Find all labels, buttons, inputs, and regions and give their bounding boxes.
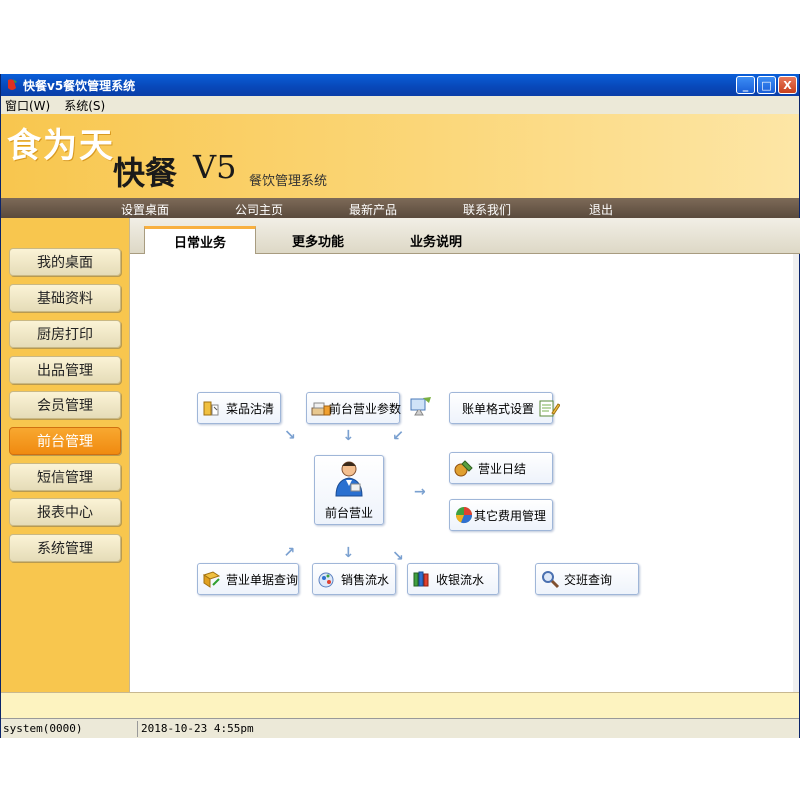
sales-flow-icon: [318, 572, 334, 588]
banner-version: V5: [193, 148, 237, 186]
tab-strip: 日常业务 更多功能 业务说明: [130, 218, 800, 254]
bill-format-label: 账单格式设置: [462, 401, 535, 416]
daily-close-button[interactable]: 营业日结: [449, 452, 553, 484]
sidebar-item-system[interactable]: 系统管理: [9, 534, 121, 562]
front-params-label: 前台营业参数: [329, 401, 402, 416]
menu-system[interactable]: 系统(S): [64, 97, 105, 114]
front-business-label: 前台营业: [324, 505, 373, 520]
dish-soldout-label: 菜品沽清: [226, 401, 275, 416]
bill-query-label: 营业单据查询: [226, 572, 299, 587]
arrow-down-right: →: [280, 425, 300, 445]
sidebar-item-basic-data[interactable]: 基础资料: [9, 284, 121, 312]
front-params-button[interactable]: 前台营业参数: [306, 392, 402, 424]
menu-bar: 窗口(W) 系统(S): [1, 96, 799, 114]
sidebar-item-my-desktop[interactable]: 我的桌面: [9, 248, 121, 276]
cashier-person-icon: [335, 461, 363, 496]
content-scrollbar[interactable]: [793, 254, 799, 692]
arrow-down-left: →: [388, 425, 408, 445]
close-button[interactable]: X: [778, 76, 797, 94]
tab-daily-business[interactable]: 日常业务: [144, 226, 256, 254]
status-user: system(0000): [3, 722, 83, 735]
sidebar-item-kitchen-print[interactable]: 厨房打印: [9, 320, 121, 348]
daily-close-icon: [454, 460, 473, 477]
banner-slogan: 食为天: [7, 126, 115, 166]
nav-company-home[interactable]: 公司主页: [235, 201, 283, 218]
daily-close-label: 营业日结: [478, 461, 527, 476]
sales-flow-label: 销售流水: [341, 572, 390, 587]
nav-new-products[interactable]: 最新产品: [349, 201, 397, 218]
sidebar-item-members[interactable]: 会员管理: [9, 391, 121, 419]
nav-contact-us[interactable]: 联系我们: [463, 201, 511, 218]
status-datetime: 2018-10-23 4:55pm: [141, 722, 254, 735]
window-title: 快餐v5餐饮管理系统: [23, 78, 136, 93]
other-fees-button[interactable]: 其它费用管理: [449, 499, 553, 531]
bill-query-button[interactable]: 营业单据查询: [197, 563, 299, 595]
cashier-flow-button[interactable]: 收银流水: [407, 563, 499, 595]
menu-window[interactable]: 窗口(W): [5, 97, 50, 114]
sidebar-item-reports[interactable]: 报表中心: [9, 498, 121, 526]
banner-subtitle: 餐饮管理系统: [249, 174, 328, 189]
bottom-band: [1, 692, 799, 718]
sidebar-item-front-desk[interactable]: 前台管理: [9, 427, 121, 455]
tab-more-functions[interactable]: 更多功能: [266, 226, 370, 254]
bill-query-icon: [202, 571, 221, 588]
dish-soldout-icon: [203, 401, 219, 416]
front-business-button[interactable]: 前台营业: [314, 455, 384, 525]
arrow-right: →: [414, 484, 426, 500]
nav-exit[interactable]: 退出: [589, 201, 613, 218]
cashier-flow-icon: [413, 571, 429, 587]
bill-format-button[interactable]: 账单格式设置: [449, 392, 561, 424]
app-window: 快餐v5餐饮管理系统 _ □ X 窗口(W) 系统(S) 食为天 快餐 V5 餐…: [0, 74, 800, 738]
cashier-flow-label: 收银流水: [436, 572, 485, 587]
pie-chart-icon: [455, 507, 473, 524]
sales-flow-button[interactable]: 销售流水: [312, 563, 396, 595]
sidebar-item-dispatch[interactable]: 出品管理: [9, 356, 121, 384]
app-banner: 食为天 快餐 V5 餐饮管理系统: [1, 114, 799, 198]
arrow-down: →: [339, 429, 356, 441]
sidebar: 我的桌面 基础资料 厨房打印 出品管理 会员管理 前台管理 短信管理 报表中心 …: [1, 218, 129, 692]
status-separator: [137, 721, 138, 737]
main-content: 日常业务 更多功能 业务说明 菜品沽清 前台营业参数 账单格式设置 → → → …: [129, 218, 800, 692]
app-logo-icon: [8, 79, 17, 90]
magnifier-icon: [542, 571, 560, 589]
bill-format-icon: [539, 400, 561, 417]
other-fees-label: 其它费用管理: [474, 508, 547, 523]
title-bar[interactable]: 快餐v5餐饮管理系统 _ □ X: [1, 74, 799, 96]
arrow-up-right: →: [280, 542, 300, 562]
banner-brand: 快餐: [113, 154, 178, 192]
dish-soldout-button[interactable]: 菜品沽清: [197, 392, 281, 424]
maximize-button[interactable]: □: [757, 76, 776, 94]
monitor-icon: [410, 397, 431, 416]
top-nav: 设置桌面 公司主页 最新产品 联系我们 退出: [1, 198, 799, 218]
shift-query-button[interactable]: 交班查询: [535, 563, 639, 595]
status-bar: system(0000) 2018-10-23 4:55pm: [1, 718, 799, 738]
tab-business-help[interactable]: 业务说明: [384, 226, 488, 254]
arrow-down-2: →: [339, 546, 356, 558]
shift-query-label: 交班查询: [564, 572, 613, 587]
sidebar-item-sms[interactable]: 短信管理: [9, 463, 121, 491]
nav-desktop-settings[interactable]: 设置桌面: [121, 201, 169, 218]
minimize-button[interactable]: _: [736, 76, 755, 94]
